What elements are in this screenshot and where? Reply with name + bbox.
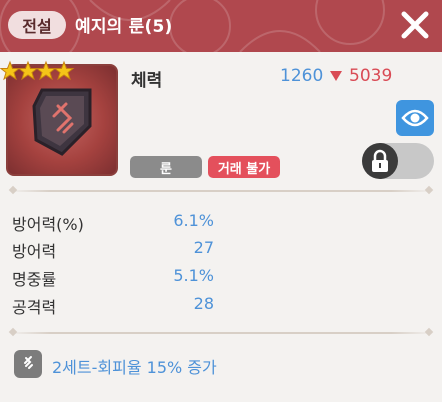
lock-icon	[372, 149, 388, 172]
main-stat-name: 체력	[131, 71, 163, 91]
grade-badge: 전설	[8, 11, 66, 39]
star-icon	[17, 60, 39, 81]
item-detail-panel: 전설 예지의 룬(5) 체력 1260 5039 룬 거래 불가 방어력(%) …	[0, 0, 442, 402]
view-button[interactable]	[396, 100, 434, 136]
sub-stat-value: 5.1%	[173, 266, 214, 285]
sub-stat-value: 28	[193, 294, 214, 313]
star-icon	[53, 60, 75, 81]
header-bar: 전설 예지의 룬(5)	[0, 0, 442, 52]
sub-stat-label: 방어력(%)	[12, 215, 84, 234]
rune-set-icon	[14, 350, 42, 378]
sub-stat-label: 방어력	[12, 242, 57, 261]
set-bonus-text: 2세트-회피율 15% 증가	[52, 358, 217, 377]
lock-toggle[interactable]	[362, 143, 434, 179]
sub-stat-label: 공격력	[12, 298, 57, 317]
close-icon[interactable]	[398, 8, 432, 42]
header-pattern	[0, 0, 385, 52]
star-icon	[0, 60, 21, 81]
sub-stat-row: 방어력 27	[12, 238, 222, 264]
main-stat-old-value: 1260	[280, 66, 324, 86]
sub-stat-row: 명중률 5.1%	[12, 266, 222, 292]
item-title: 예지의 룬(5)	[75, 17, 173, 37]
arrow-down-icon	[330, 71, 342, 81]
lock-knob	[362, 143, 398, 179]
item-type-tag: 룬	[130, 156, 202, 178]
sub-stat-row: 공격력 28	[12, 294, 222, 320]
star-icon	[35, 60, 57, 81]
main-stat-new-value: 5039	[349, 66, 393, 86]
sub-stat-value: 6.1%	[173, 211, 214, 230]
divider	[8, 190, 434, 192]
trade-status-tag: 거래 불가	[208, 156, 280, 178]
sub-stat-row: 방어력(%) 6.1%	[12, 211, 222, 237]
sub-stat-label: 명중률	[12, 270, 57, 289]
sub-stat-value: 27	[193, 238, 214, 257]
divider	[8, 332, 434, 334]
eye-icon	[401, 109, 429, 127]
star-rating	[0, 60, 75, 81]
